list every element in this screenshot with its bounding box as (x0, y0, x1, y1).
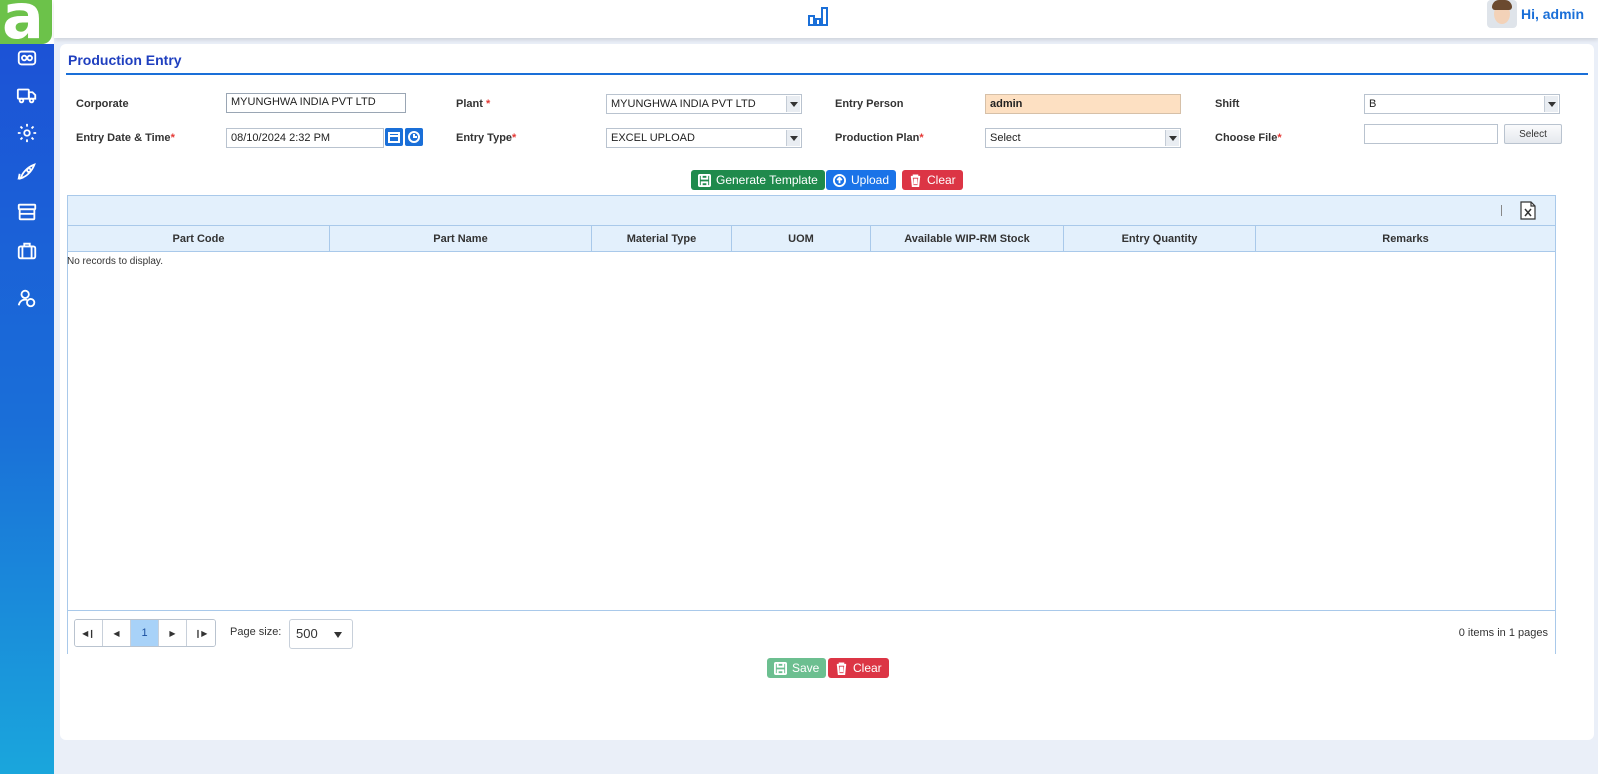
footer-clear-button[interactable]: Clear (828, 658, 889, 678)
next-page-icon[interactable]: ▶ (159, 620, 187, 646)
choose-file-label: Choose File* (1215, 132, 1282, 144)
save-button[interactable]: Save (767, 658, 827, 678)
entry-type-dropdown[interactable]: EXCEL UPLOAD (606, 128, 802, 148)
prev-page-icon[interactable]: ◀ (103, 620, 131, 646)
briefcase-icon[interactable] (15, 239, 39, 263)
user-greeting: Hi, admin (1520, 6, 1584, 22)
avatar (1486, 0, 1517, 28)
clock-icon[interactable] (405, 128, 423, 146)
plant-dropdown[interactable]: MYUNGHWA INDIA PVT LTD (606, 94, 802, 114)
chevron-down-icon (786, 130, 800, 146)
column-header[interactable]: Part Code (68, 226, 330, 252)
save-icon (698, 173, 711, 187)
sidebar: a (0, 0, 54, 774)
top-bar: Hi, admin (54, 0, 1598, 38)
user-menu[interactable]: Hi, admin (1486, 0, 1584, 28)
page-size-dropdown[interactable]: 500 (289, 619, 353, 649)
trash-icon (910, 173, 921, 187)
gear-icon[interactable] (15, 121, 39, 145)
entry-person-label: Entry Person (835, 98, 904, 110)
title-divider (66, 73, 1588, 75)
save-icon (774, 661, 787, 675)
chevron-down-icon (334, 632, 342, 638)
corporate-field: MYUNGHWA INDIA PVT LTD (226, 93, 406, 113)
generate-template-button[interactable]: Generate Template (691, 170, 825, 190)
chevron-down-icon (1544, 96, 1558, 112)
column-header[interactable]: Remarks (1256, 226, 1555, 252)
plant-label: Plant * (456, 98, 491, 110)
rocket-icon[interactable] (15, 160, 39, 184)
users-icon[interactable] (15, 286, 39, 310)
last-page-icon[interactable]: ❙▶ (187, 620, 215, 646)
trash-icon (836, 661, 847, 675)
shift-dropdown[interactable]: B (1364, 94, 1560, 114)
toolbar-separator (1501, 205, 1502, 216)
entry-type-label: Entry Type* (456, 132, 517, 144)
excel-export-icon[interactable] (1520, 201, 1536, 220)
grid-header: Part Code Part Name Material Type UOM Av… (68, 226, 1555, 252)
logo-letter: a (2, 0, 44, 44)
page-title: Production Entry (68, 52, 182, 68)
data-grid: Part Code Part Name Material Type UOM Av… (67, 195, 1556, 654)
calendar-icon[interactable] (385, 128, 403, 146)
clear-button[interactable]: Clear (902, 170, 963, 190)
column-header[interactable]: UOM (732, 226, 871, 252)
main-panel: Production Entry Corporate MYUNGHWA INDI… (60, 44, 1594, 740)
chevron-down-icon (1165, 130, 1179, 146)
corporate-label: Corporate (76, 98, 129, 110)
chevron-down-icon (786, 96, 800, 112)
bar-chart-icon[interactable] (806, 4, 830, 28)
shift-label: Shift (1215, 98, 1240, 110)
pager-nav: ◀❙ ◀ 1 ▶ ❙▶ (74, 619, 216, 647)
dashboard-icon[interactable] (15, 46, 39, 70)
page-size-label: Page size: (230, 626, 282, 638)
column-header[interactable]: Available WIP-RM Stock (871, 226, 1064, 252)
truck-icon[interactable] (15, 83, 39, 107)
upload-icon (833, 173, 846, 187)
production-plan-label: Production Plan* (835, 132, 924, 144)
grid-pager: ◀❙ ◀ 1 ▶ ❙▶ Page size: 500 0 items in 1 … (68, 610, 1555, 654)
current-page-button[interactable]: 1 (131, 620, 159, 646)
app-logo[interactable]: a (0, 0, 54, 44)
column-header[interactable]: Material Type (592, 226, 732, 252)
column-header[interactable]: Entry Quantity (1064, 226, 1256, 252)
grid-toolbar (68, 196, 1555, 226)
store-icon[interactable] (15, 200, 39, 224)
production-plan-dropdown[interactable]: Select (985, 128, 1181, 148)
empty-message: No records to display. (67, 256, 163, 267)
entry-person-field: admin (985, 94, 1181, 114)
entry-datetime-label: Entry Date & Time* (76, 132, 175, 144)
upload-button[interactable]: Upload (826, 170, 897, 190)
items-info: 0 items in 1 pages (1458, 627, 1548, 639)
entry-datetime-field[interactable]: 08/10/2024 2:32 PM (226, 128, 384, 148)
column-header[interactable]: Part Name (330, 226, 592, 252)
first-page-icon[interactable]: ◀❙ (75, 620, 103, 646)
file-select-button[interactable]: Select (1504, 124, 1562, 144)
file-name-field[interactable] (1364, 124, 1498, 144)
